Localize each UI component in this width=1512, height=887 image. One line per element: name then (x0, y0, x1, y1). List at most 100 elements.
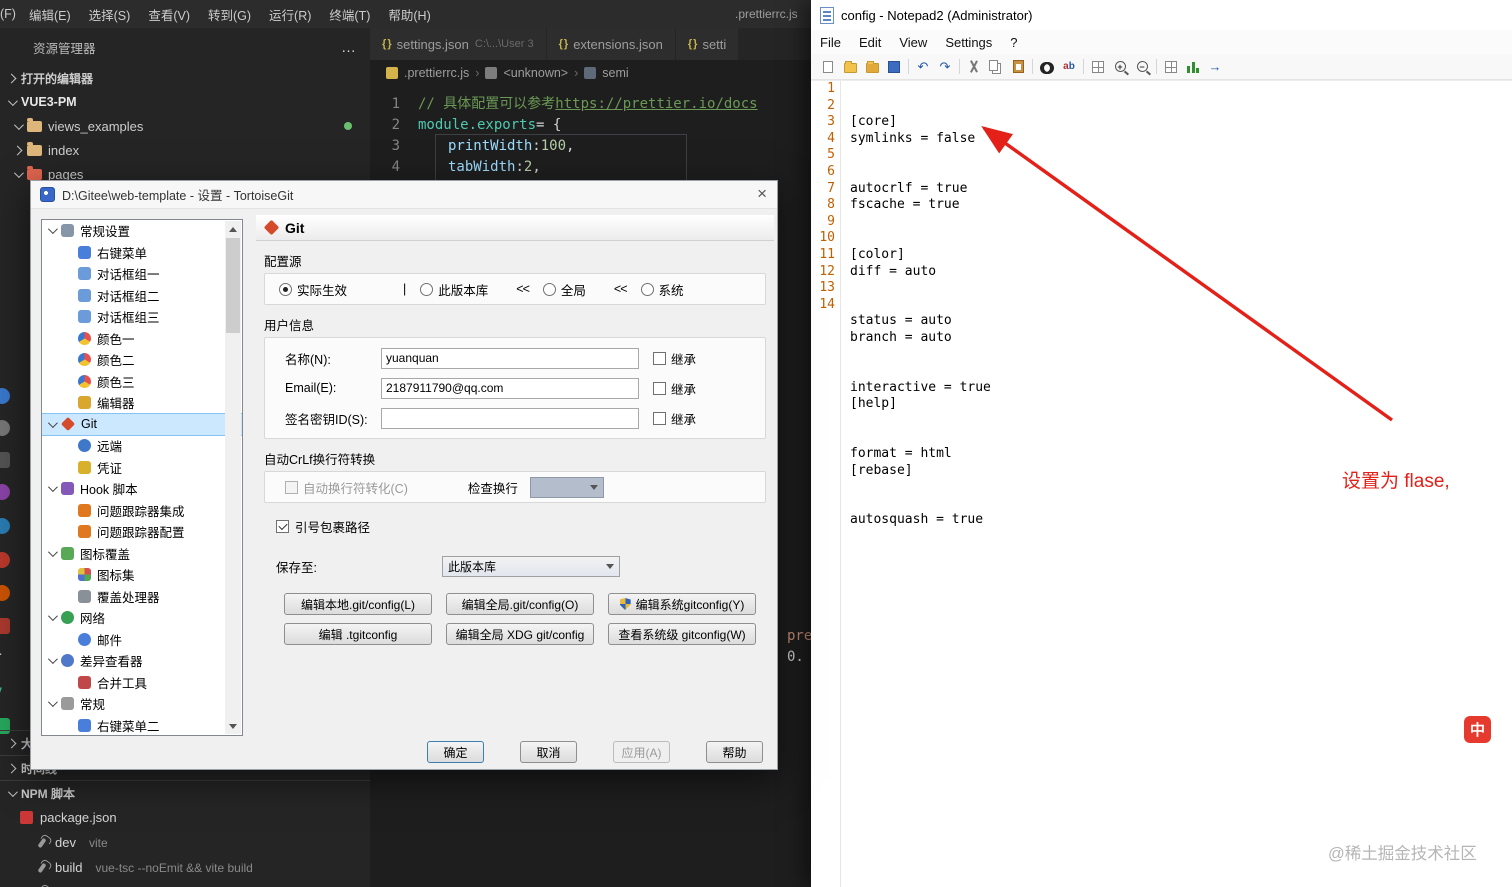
save-icon[interactable] (883, 56, 905, 77)
edit-global-config-button[interactable]: 编辑全局.git/config(O) (446, 593, 594, 615)
tree-item-views-examples[interactable]: views_examples (0, 114, 370, 138)
replace-icon[interactable]: ab (1058, 56, 1080, 77)
check-eol-dropdown[interactable] (529, 476, 604, 498)
scroll-up-icon[interactable] (225, 221, 241, 237)
edit-system-config-button[interactable]: 编辑系统gitconfig(Y) (608, 593, 756, 615)
radio-global[interactable]: 全局 (542, 280, 586, 299)
tab-settings-partial[interactable]: { } setti (675, 28, 740, 60)
tree-item-credential[interactable]: 凭证 (42, 457, 242, 479)
save-to-dropdown[interactable]: 此版本库 (441, 556, 620, 577)
npm-package-json[interactable]: package.json (0, 805, 370, 830)
inherit-key[interactable]: 继承 (653, 409, 696, 428)
wrap-icon[interactable] (1160, 56, 1182, 77)
tab-settings-json[interactable]: { } settings.json C:\...\User 3 (370, 28, 547, 60)
scroll-down-icon[interactable] (225, 718, 241, 734)
tree-item-colors-3[interactable]: 颜色三 (42, 371, 242, 393)
tree-item-advanced[interactable]: 常规 (42, 693, 242, 715)
menu-file[interactable]: File (811, 35, 850, 50)
tree-scrollbar[interactable] (225, 221, 241, 734)
menu-view[interactable]: View (890, 35, 936, 50)
cut-icon[interactable] (963, 56, 985, 77)
tree-item-general-settings[interactable]: 常规设置 (42, 220, 242, 242)
radio-system[interactable]: 系统 (640, 280, 684, 299)
cancel-button[interactable]: 取消 (520, 741, 577, 763)
view-system-config-button[interactable]: 查看系统级 gitconfig(W) (608, 623, 756, 645)
edit-xdg-config-button[interactable]: 编辑全局 XDG git/config (446, 623, 594, 645)
project-section[interactable]: VUE3-PM (0, 90, 370, 114)
menu-view[interactable]: 查看(V) (139, 5, 199, 24)
radio-effective[interactable]: 实际生效 (279, 280, 347, 299)
menu-terminal[interactable]: 终端(T) (320, 5, 379, 24)
tree-item-diff-viewer[interactable]: 差异查看器 (42, 650, 242, 672)
npm-script-dev[interactable]: dev vite (0, 830, 370, 855)
menu-help[interactable]: 帮助(H) (379, 5, 439, 24)
menu-go[interactable]: 转到(G) (199, 5, 260, 24)
edit-tgitconfig-button[interactable]: 编辑 .tgitconfig (284, 623, 432, 645)
menu-edit[interactable]: 编辑(E) (20, 5, 80, 24)
tree-item-hook-scripts[interactable]: Hook 脚本 (42, 478, 242, 500)
find-icon[interactable] (1036, 56, 1058, 77)
inherit-name[interactable]: 继承 (653, 349, 696, 368)
tab-extensions-json[interactable]: { } extensions.json (546, 28, 676, 60)
edit-local-config-button[interactable]: 编辑本地.git/config(L) (284, 593, 432, 615)
npm-script-build[interactable]: build vue-tsc --noEmit && vite build (0, 855, 370, 880)
tree-item-context-menu[interactable]: 右键菜单 (42, 242, 242, 264)
copy-icon[interactable] (985, 56, 1007, 77)
tree-item-icon-set[interactable]: 图标集 (42, 564, 242, 586)
inherit-email[interactable]: 继承 (653, 379, 696, 398)
menu-file-fragment[interactable]: (F) (0, 7, 20, 21)
tree-item-git-selected[interactable]: Git (42, 412, 242, 436)
tree-item-merge-tool[interactable]: 合并工具 (42, 672, 242, 694)
tree-item-colors-1[interactable]: 颜色一 (42, 328, 242, 350)
exit-icon[interactable]: → (1204, 56, 1226, 77)
menu-question[interactable]: ? (1001, 35, 1026, 50)
breadcrumb-item[interactable]: .prettierrc.js (404, 66, 469, 80)
open-editors-section[interactable]: 打开的编辑器 (0, 66, 370, 90)
view-scheme-icon[interactable] (1087, 56, 1109, 77)
tree-item-context-menu-2[interactable]: 右键菜单二 (42, 715, 242, 736)
chart-icon[interactable] (1182, 56, 1204, 77)
quote-paths-option[interactable]: 引号包裹路径 (276, 517, 774, 536)
tree-item-issue-tracker-integration[interactable]: 问题跟踪器集成 (42, 500, 242, 522)
signing-key-field[interactable] (381, 407, 639, 429)
breadcrumb-item[interactable]: <unknown> (503, 66, 568, 80)
zoom-out-icon[interactable]: − (1131, 56, 1153, 77)
apply-button[interactable]: 应用(A) (613, 741, 670, 763)
tree-item-dialogs-3[interactable]: 对话框组三 (42, 306, 242, 328)
radio-repository[interactable]: 此版本库 (420, 280, 488, 299)
email-field[interactable] (381, 377, 639, 399)
menu-settings[interactable]: Settings (936, 35, 1001, 50)
breadcrumb-item[interactable]: semi (602, 66, 628, 80)
close-icon[interactable]: × (757, 184, 767, 204)
tree-item-email[interactable]: 邮件 (42, 629, 242, 651)
code-editor[interactable]: 1 // 具体配置可以参考 https://prettier.io/docs 2… (370, 86, 811, 204)
tree-item-dialogs-1[interactable]: 对话框组一 (42, 263, 242, 285)
ok-button[interactable]: 确定 (427, 741, 484, 763)
help-button[interactable]: 帮助 (706, 741, 763, 763)
tree-item-colors-2[interactable]: 颜色二 (42, 349, 242, 371)
open-file-icon[interactable] (839, 56, 861, 77)
tree-item-overlay-handlers[interactable]: 覆盖处理器 (42, 586, 242, 608)
zoom-in-icon[interactable]: + (1109, 56, 1131, 77)
browse-icon[interactable] (861, 56, 883, 77)
auto-convert-checkbox[interactable] (285, 480, 298, 494)
tree-item-remote[interactable]: 远端 (42, 435, 242, 457)
redo-icon[interactable]: ↷ (934, 56, 956, 77)
new-file-icon[interactable] (817, 56, 839, 77)
tree-item-issue-tracker-config[interactable]: 问题跟踪器配置 (42, 521, 242, 543)
code-link[interactable]: https://prettier.io/docs (555, 94, 757, 115)
menu-selection[interactable]: 选择(S) (80, 5, 140, 24)
tree-item-editor[interactable]: 编辑器 (42, 392, 242, 414)
tree-item-network[interactable]: 网络 (42, 607, 242, 629)
menu-edit[interactable]: Edit (850, 35, 890, 50)
npm-scripts-section[interactable]: NPM 脚本 (0, 780, 370, 805)
paste-icon[interactable] (1007, 56, 1029, 77)
menu-run[interactable]: 运行(R) (260, 5, 320, 24)
more-actions-icon[interactable]: … (341, 39, 356, 56)
undo-icon[interactable]: ↶ (912, 56, 934, 77)
scrollbar-thumb[interactable] (226, 238, 240, 333)
tree-item-dialogs-2[interactable]: 对话框组二 (42, 285, 242, 307)
tree-item-index[interactable]: index (0, 138, 370, 162)
npm-script-preview[interactable]: preview vite preview (0, 880, 370, 887)
tree-item-icon-overlays[interactable]: 图标覆盖 (42, 543, 242, 565)
